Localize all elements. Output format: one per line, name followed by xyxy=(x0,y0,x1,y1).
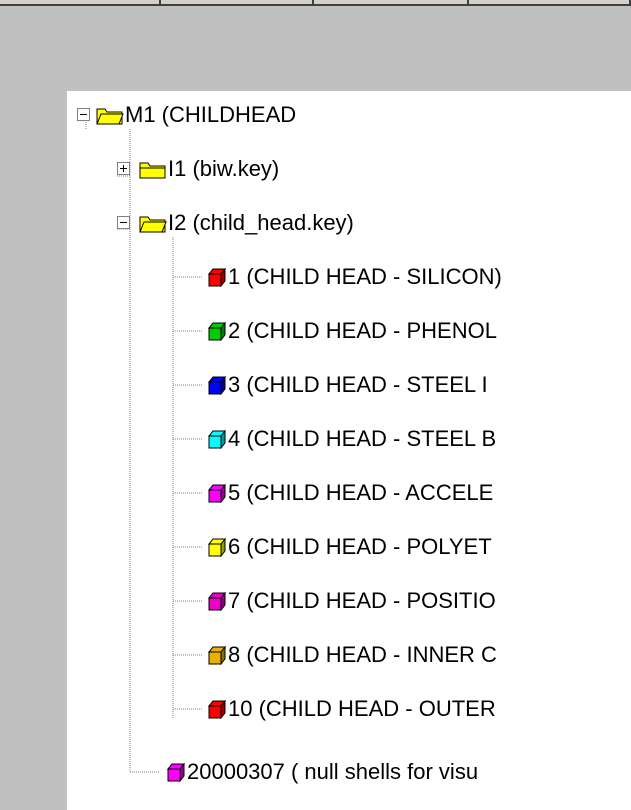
tree-node-part[interactable]: 6 (CHILD HEAD - POLYET xyxy=(207,532,492,562)
toolbar-button-4[interactable] xyxy=(469,0,631,6)
part-cube-icon xyxy=(207,645,227,665)
part-cube-icon xyxy=(166,762,186,782)
folder-open-icon xyxy=(139,216,167,233)
tree-view[interactable]: M1 (CHILDHEAD I1 (biw.key) I2 (child_hea… xyxy=(67,91,631,810)
tree-node-include[interactable]: I1 (biw.key) xyxy=(139,154,279,184)
tree-node-label: 8 (CHILD HEAD - INNER C xyxy=(228,642,497,667)
tree-node-part[interactable]: 20000307 ( null shells for visu xyxy=(166,757,478,787)
part-cube-icon xyxy=(207,591,227,611)
part-cube-icon xyxy=(207,429,227,449)
tree-node-label: 7 (CHILD HEAD - POSITIO xyxy=(228,588,496,613)
toolbar-button-2[interactable] xyxy=(161,0,314,6)
tree-node-part[interactable]: 3 (CHILD HEAD - STEEL I xyxy=(207,370,488,400)
tree-node-label: 4 (CHILD HEAD - STEEL B xyxy=(228,426,497,451)
folder-icon xyxy=(139,162,166,179)
part-cube-icon xyxy=(207,375,227,395)
part-cube-icon xyxy=(207,537,227,557)
tree-node-label: 2 (CHILD HEAD - PHENOL xyxy=(228,318,497,343)
include-collapse-toggle[interactable] xyxy=(117,216,130,229)
tree-node-label: 10 (CHILD HEAD - OUTER xyxy=(228,696,496,721)
toolbar xyxy=(0,0,631,6)
tree-node-label: 20000307 ( null shells for visu xyxy=(187,759,479,784)
toolbar-button-3[interactable] xyxy=(314,0,469,6)
tree-node-part[interactable]: 2 (CHILD HEAD - PHENOL xyxy=(207,316,497,346)
tree-node-root[interactable]: M1 (CHILDHEAD xyxy=(96,100,296,130)
tree-node-label: M1 (CHILDHEAD xyxy=(125,102,297,127)
tree-node-label: 6 (CHILD HEAD - POLYET xyxy=(228,534,492,559)
tree-node-label: I2 (child_head.key) xyxy=(168,210,354,235)
tree-node-part[interactable]: 8 (CHILD HEAD - INNER C xyxy=(207,640,497,670)
tree-node-label: 5 (CHILD HEAD - ACCELE xyxy=(228,480,494,505)
include-expand-toggle[interactable] xyxy=(117,162,130,175)
tree-node-part[interactable]: 5 (CHILD HEAD - ACCELE xyxy=(207,478,493,508)
part-cube-icon xyxy=(207,267,227,287)
root-collapse-toggle[interactable] xyxy=(77,108,90,121)
tree-node-label: 1 (CHILD HEAD - SILICON) xyxy=(228,264,502,289)
tree-node-part[interactable]: 1 (CHILD HEAD - SILICON) xyxy=(207,262,502,292)
tree-node-part[interactable]: 4 (CHILD HEAD - STEEL B xyxy=(207,424,496,454)
part-cube-icon xyxy=(207,483,227,503)
tree-node-label: I1 (biw.key) xyxy=(168,156,280,181)
tree-node-label: 3 (CHILD HEAD - STEEL I xyxy=(228,372,488,397)
tree-node-part[interactable]: 7 (CHILD HEAD - POSITIO xyxy=(207,586,496,616)
folder-open-icon xyxy=(96,108,124,125)
tree-node-include[interactable]: I2 (child_head.key) xyxy=(139,208,354,238)
part-cube-icon xyxy=(207,699,227,719)
tree-node-part[interactable]: 10 (CHILD HEAD - OUTER xyxy=(207,694,496,724)
part-cube-icon xyxy=(207,321,227,341)
toolbar-button-1[interactable] xyxy=(0,0,161,6)
